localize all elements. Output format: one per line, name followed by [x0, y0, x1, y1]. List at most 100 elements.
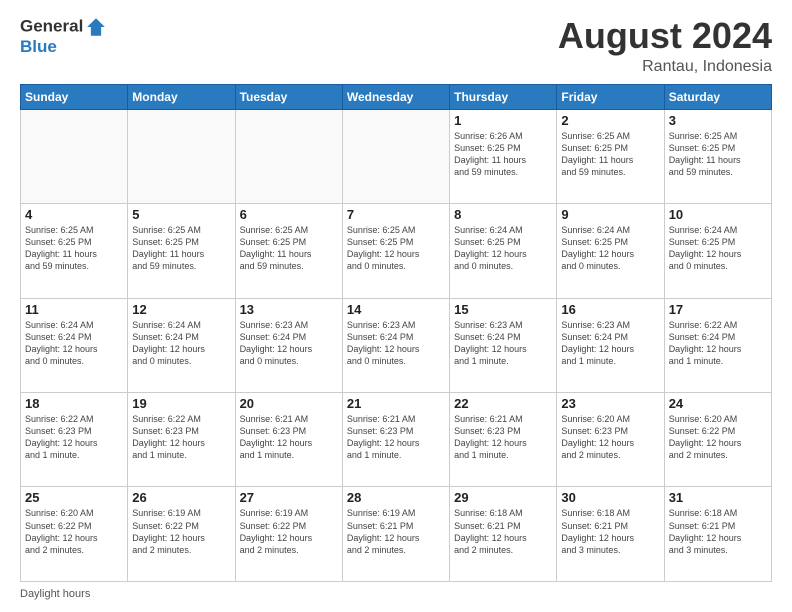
calendar-cell-5: 5 Sunrise: 6:25 AM Sunset: 6:25 PM Daylig…: [128, 204, 235, 298]
day-number: 22: [454, 396, 552, 411]
day-number: 9: [561, 207, 659, 222]
day-info: Sunrise: 6:18 AM Sunset: 6:21 PM Dayligh…: [561, 507, 659, 556]
day-number: 19: [132, 396, 230, 411]
day-info: Sunrise: 6:24 AM Sunset: 6:25 PM Dayligh…: [454, 224, 552, 273]
calendar-cell-8: 8 Sunrise: 6:24 AM Sunset: 6:25 PM Daylig…: [450, 204, 557, 298]
calendar-cell-empty: [235, 109, 342, 203]
calendar-cell-23: 23Sunrise: 6:20 AM Sunset: 6:23 PM Dayli…: [557, 393, 664, 487]
calendar-cell-16: 16 Sunrise: 6:23 AM Sunset: 6:24 PM Dayli…: [557, 298, 664, 392]
day-info: Sunrise: 6:25 AM Sunset: 6:25 PM Dayligh…: [347, 224, 445, 273]
day-number: 3: [669, 113, 767, 128]
calendar-cell-empty: [342, 109, 449, 203]
day-info: Sunrise: 6:20 AM Sunset: 6:22 PM Dayligh…: [669, 413, 767, 462]
day-info: Sunrise: 6:24 AM Sunset: 6:25 PM Dayligh…: [669, 224, 767, 273]
calendar-cell-15: 15Sunrise: 6:23 AM Sunset: 6:24 PM Dayli…: [450, 298, 557, 392]
day-number: 7: [347, 207, 445, 222]
day-info: Sunrise: 6:23 AM Sunset: 6:24 PM Dayligh…: [240, 319, 338, 368]
day-info: Sunrise: 6:19 AM Sunset: 6:22 PM Dayligh…: [132, 507, 230, 556]
logo-icon: [85, 16, 107, 38]
day-info: Sunrise: 6:25 AM Sunset: 6:25 PM Dayligh…: [25, 224, 123, 273]
day-number: 4: [25, 207, 123, 222]
calendar-cell-4: 4 Sunrise: 6:25 AM Sunset: 6:25 PM Daylig…: [21, 204, 128, 298]
calendar-cell-13: 13 Sunrise: 6:23 AM Sunset: 6:24 PM Dayli…: [235, 298, 342, 392]
daylight-label: Daylight hours: [20, 588, 90, 600]
calendar-week-1: 4 Sunrise: 6:25 AM Sunset: 6:25 PM Daylig…: [21, 204, 772, 298]
day-info: Sunrise: 6:23 AM Sunset: 6:24 PM Dayligh…: [561, 319, 659, 368]
calendar-cell-10: 10 Sunrise: 6:24 AM Sunset: 6:25 PM Dayli…: [664, 204, 771, 298]
day-number: 14: [347, 302, 445, 317]
calendar-header-thursday: Thursday: [450, 84, 557, 109]
day-info: Sunrise: 6:23 AM Sunset: 6:24 PM Dayligh…: [454, 319, 552, 368]
day-number: 2: [561, 113, 659, 128]
calendar-header-saturday: Saturday: [664, 84, 771, 109]
day-info: Sunrise: 6:24 AM Sunset: 6:25 PM Dayligh…: [561, 224, 659, 273]
day-info: Sunrise: 6:26 AM Sunset: 6:25 PM Dayligh…: [454, 130, 552, 179]
day-info: Sunrise: 6:22 AM Sunset: 6:23 PM Dayligh…: [132, 413, 230, 462]
day-number: 23: [561, 396, 659, 411]
day-info: Sunrise: 6:21 AM Sunset: 6:23 PM Dayligh…: [454, 413, 552, 462]
location: Rantau, Indonesia: [558, 58, 772, 76]
day-number: 17: [669, 302, 767, 317]
day-number: 12: [132, 302, 230, 317]
day-number: 20: [240, 396, 338, 411]
day-number: 16: [561, 302, 659, 317]
calendar-cell-30: 30 Sunrise: 6:18 AM Sunset: 6:21 PM Dayli…: [557, 487, 664, 582]
calendar-cell-26: 26 Sunrise: 6:19 AM Sunset: 6:22 PM Dayli…: [128, 487, 235, 582]
calendar-cell-31: 31Sunrise: 6:18 AM Sunset: 6:21 PM Dayli…: [664, 487, 771, 582]
calendar-week-2: 11 Sunrise: 6:24 AM Sunset: 6:24 PM Dayli…: [21, 298, 772, 392]
day-number: 13: [240, 302, 338, 317]
calendar-cell-6: 6 Sunrise: 6:25 AM Sunset: 6:25 PM Daylig…: [235, 204, 342, 298]
day-number: 26: [132, 490, 230, 505]
calendar-cell-9: 9 Sunrise: 6:24 AM Sunset: 6:25 PM Daylig…: [557, 204, 664, 298]
day-info: Sunrise: 6:24 AM Sunset: 6:24 PM Dayligh…: [132, 319, 230, 368]
day-number: 18: [25, 396, 123, 411]
calendar-cell-29: 29 Sunrise: 6:18 AM Sunset: 6:21 PM Dayli…: [450, 487, 557, 582]
logo: General Blue: [20, 16, 107, 57]
calendar-cell-empty: [21, 109, 128, 203]
calendar-header-sunday: Sunday: [21, 84, 128, 109]
day-info: Sunrise: 6:21 AM Sunset: 6:23 PM Dayligh…: [347, 413, 445, 462]
calendar-cell-27: 27 Sunrise: 6:19 AM Sunset: 6:22 PM Dayli…: [235, 487, 342, 582]
calendar-cell-1: 1 Sunrise: 6:26 AM Sunset: 6:25 PM Daylig…: [450, 109, 557, 203]
day-number: 10: [669, 207, 767, 222]
calendar-cell-14: 14 Sunrise: 6:23 AM Sunset: 6:24 PM Dayli…: [342, 298, 449, 392]
day-info: Sunrise: 6:24 AM Sunset: 6:24 PM Dayligh…: [25, 319, 123, 368]
day-info: Sunrise: 6:22 AM Sunset: 6:24 PM Dayligh…: [669, 319, 767, 368]
calendar-cell-11: 11 Sunrise: 6:24 AM Sunset: 6:24 PM Dayli…: [21, 298, 128, 392]
day-info: Sunrise: 6:25 AM Sunset: 6:25 PM Dayligh…: [240, 224, 338, 273]
day-info: Sunrise: 6:18 AM Sunset: 6:21 PM Dayligh…: [669, 507, 767, 556]
calendar-cell-21: 21 Sunrise: 6:21 AM Sunset: 6:23 PM Dayli…: [342, 393, 449, 487]
day-number: 6: [240, 207, 338, 222]
calendar-table: SundayMondayTuesdayWednesdayThursdayFrid…: [20, 84, 772, 582]
day-number: 29: [454, 490, 552, 505]
calendar-cell-12: 12 Sunrise: 6:24 AM Sunset: 6:24 PM Dayli…: [128, 298, 235, 392]
day-number: 11: [25, 302, 123, 317]
day-number: 24: [669, 396, 767, 411]
day-info: Sunrise: 6:19 AM Sunset: 6:22 PM Dayligh…: [240, 507, 338, 556]
calendar-cell-19: 19 Sunrise: 6:22 AM Sunset: 6:23 PM Dayli…: [128, 393, 235, 487]
day-number: 27: [240, 490, 338, 505]
header: General Blue August 2024 Rantau, Indones…: [20, 16, 772, 76]
day-info: Sunrise: 6:23 AM Sunset: 6:24 PM Dayligh…: [347, 319, 445, 368]
calendar-cell-18: 18 Sunrise: 6:22 AM Sunset: 6:23 PM Dayli…: [21, 393, 128, 487]
day-info: Sunrise: 6:22 AM Sunset: 6:23 PM Dayligh…: [25, 413, 123, 462]
day-info: Sunrise: 6:25 AM Sunset: 6:25 PM Dayligh…: [132, 224, 230, 273]
calendar-header-monday: Monday: [128, 84, 235, 109]
day-info: Sunrise: 6:18 AM Sunset: 6:21 PM Dayligh…: [454, 507, 552, 556]
day-number: 21: [347, 396, 445, 411]
day-number: 5: [132, 207, 230, 222]
calendar-header-wednesday: Wednesday: [342, 84, 449, 109]
calendar-cell-3: 3Sunrise: 6:25 AM Sunset: 6:25 PM Daylig…: [664, 109, 771, 203]
day-number: 8: [454, 207, 552, 222]
calendar-cell-20: 20 Sunrise: 6:21 AM Sunset: 6:23 PM Dayli…: [235, 393, 342, 487]
calendar-header-tuesday: Tuesday: [235, 84, 342, 109]
day-number: 30: [561, 490, 659, 505]
month-year: August 2024: [558, 16, 772, 56]
day-number: 1: [454, 113, 552, 128]
calendar-cell-empty: [128, 109, 235, 203]
calendar-cell-24: 24 Sunrise: 6:20 AM Sunset: 6:22 PM Dayli…: [664, 393, 771, 487]
logo-blue: Blue: [20, 38, 107, 57]
day-info: Sunrise: 6:21 AM Sunset: 6:23 PM Dayligh…: [240, 413, 338, 462]
calendar-week-0: 1 Sunrise: 6:26 AM Sunset: 6:25 PM Daylig…: [21, 109, 772, 203]
day-number: 28: [347, 490, 445, 505]
